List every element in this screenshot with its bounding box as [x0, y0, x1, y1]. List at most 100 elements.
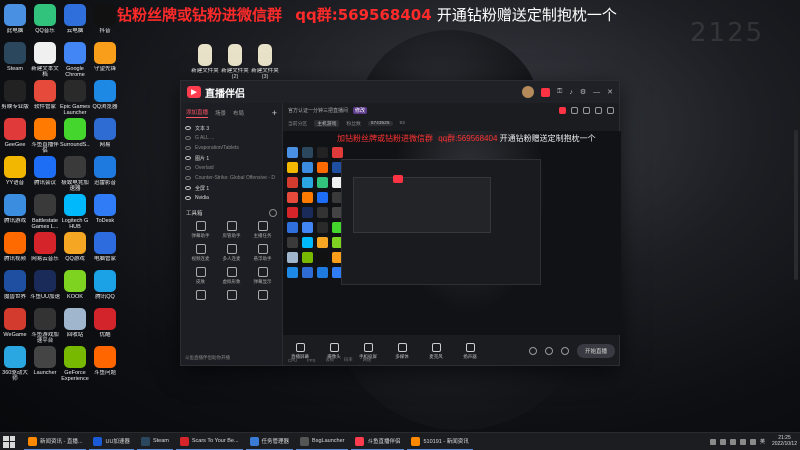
scene-source-item[interactable]: Evaporation/Tablets	[185, 143, 278, 153]
tab-scene[interactable]: 场景	[215, 109, 226, 117]
desktop-icon[interactable]: 360驱动大师	[0, 346, 30, 383]
screenshot-icon[interactable]	[595, 106, 602, 114]
mail-icon[interactable]	[583, 106, 590, 114]
folder-shortcut[interactable]: 新建文件夹	[190, 44, 220, 74]
desktop-icon[interactable]: QQ音乐	[30, 4, 60, 34]
taskbar-app[interactable]: 任务管理器	[245, 434, 294, 450]
desktop-icon[interactable]: YY语音	[0, 156, 30, 186]
record-icon[interactable]	[559, 106, 566, 114]
user-avatar[interactable]	[522, 86, 535, 98]
tool-item[interactable]: 主播任务	[247, 221, 278, 239]
folder-shortcut[interactable]: 新建文件夹(2)	[220, 44, 250, 81]
desktop-icon[interactable]: 魔兽世界	[0, 270, 30, 300]
desktop-icon[interactable]: 斗鱼直播伴侣	[30, 118, 60, 155]
visibility-eye-icon[interactable]	[185, 176, 191, 180]
tray-app-icon[interactable]	[729, 438, 736, 445]
visibility-eye-icon[interactable]	[185, 136, 191, 140]
tool-item[interactable]: 弹幕显示	[247, 267, 278, 285]
desktop-icon[interactable]: 腾讯视频	[0, 232, 30, 262]
stream-preview[interactable]: 加钻粉丝牌或钻粉进微信群 qq群:569568404 开通钻粉赠送定制抱枕一个	[283, 131, 621, 335]
clock[interactable]: 21:25 2022/10/12	[772, 435, 797, 447]
desktop-icon[interactable]: 此电脑	[0, 4, 30, 34]
desktop-icon[interactable]: 迅雷影音	[90, 156, 120, 186]
lock-icon[interactable]: ⚿	[557, 88, 562, 96]
minimize-icon[interactable]: —	[593, 89, 600, 96]
tool-item[interactable]	[216, 290, 247, 302]
tool-item[interactable]: 弹幕助手	[185, 221, 216, 239]
tab-layout[interactable]: 布局	[233, 109, 244, 117]
desktop-icon[interactable]: 软件管家	[30, 80, 60, 110]
visibility-eye-icon[interactable]	[185, 156, 191, 160]
desktop-scrollbar[interactable]	[794, 130, 798, 280]
tool-item[interactable]	[247, 290, 278, 302]
desktop-icon[interactable]: Steam	[0, 42, 30, 72]
visibility-eye-icon[interactable]	[185, 126, 191, 130]
desktop-icon[interactable]: 抖音	[90, 4, 120, 34]
start-button[interactable]	[3, 435, 15, 448]
add-source-icon[interactable]: +	[272, 108, 277, 118]
visibility-eye-icon[interactable]	[185, 196, 191, 200]
desktop-icon[interactable]: 优酷	[90, 308, 120, 338]
desktop-icon[interactable]: 回收站	[60, 308, 90, 338]
desktop-icon[interactable]: QQ游戏	[60, 232, 90, 262]
desktop-icon[interactable]: 腾讯游戏	[0, 194, 30, 224]
tool-item[interactable]: 虚拟形象	[216, 267, 247, 285]
tray-app-icon[interactable]	[709, 438, 716, 445]
desktop-icon[interactable]: QQ浏览器	[90, 80, 120, 110]
taskbar-app[interactable]: 新闻资讯 - 直播...	[24, 434, 87, 450]
folder-shortcut[interactable]: 新建文件夹(3)	[250, 44, 280, 81]
desktop-icon[interactable]: ToDesk	[90, 194, 120, 224]
settings-icon[interactable]: ⚙	[580, 88, 586, 96]
visibility-eye-icon[interactable]	[185, 166, 191, 170]
desktop-icon[interactable]: GeForce Experience	[60, 346, 90, 383]
desktop-icon[interactable]: 网易	[90, 118, 120, 148]
desktop-icon[interactable]: KOOK	[60, 270, 90, 300]
taskbar-app[interactable]: BsgLauncher	[296, 434, 349, 450]
tab-add-live[interactable]: 添加直播	[186, 108, 209, 118]
desktop-icon[interactable]: Launcher	[30, 346, 60, 376]
desktop-icon[interactable]: GeeGee	[0, 118, 30, 148]
tray-app-icon[interactable]	[719, 438, 726, 445]
tool-item[interactable]: 多人连麦	[216, 244, 247, 262]
desktop-icon[interactable]: 剪映专业版	[0, 80, 30, 110]
tool-item[interactable]: 房管助手	[216, 221, 247, 239]
gift-icon[interactable]	[541, 87, 551, 97]
bell-icon[interactable]: ♪	[569, 89, 573, 96]
scene-source-item[interactable]: Counter-Strike: Global Offensive - Direc…	[185, 173, 278, 183]
scene-source-item[interactable]: 图片 1	[185, 153, 278, 163]
eye-icon[interactable]	[544, 347, 553, 355]
desktop-icon[interactable]: Google Chrome	[60, 42, 90, 79]
desktop-icon[interactable]: 守望先锋	[90, 42, 120, 72]
taskbar-app[interactable]: UU加速器	[89, 434, 134, 450]
volume-icon[interactable]	[749, 438, 756, 445]
close-icon[interactable]: ✕	[607, 88, 613, 96]
taskbar-app[interactable]: 510191 - 新闻资讯	[407, 434, 473, 450]
share-icon[interactable]	[571, 106, 578, 114]
taskbar-app[interactable]: Scars To Your Be...	[175, 434, 243, 450]
desktop-icon[interactable]: Logitech G HUB	[60, 194, 90, 231]
desktop-icon[interactable]: 斗鱼游戏加速平台	[30, 308, 60, 345]
streaming-app-window[interactable]: ▶ 直播伴侣 ⚿ ♪ ⚙ — ✕ 添加直播 场景 布局 + 文本 3 G ALL …	[180, 80, 621, 366]
app-titlebar[interactable]: ▶ 直播伴侣 ⚿ ♪ ⚙ — ✕	[181, 81, 619, 103]
desktop-icon[interactable]: WeGame	[0, 308, 30, 338]
taskbar-app[interactable]: 斗鱼直播伴侣	[351, 434, 405, 450]
input-language[interactable]: 英	[760, 438, 765, 445]
tool-item[interactable]: 视频连麦	[185, 244, 216, 262]
desktop-icon[interactable]: 极致电竞加速器	[60, 156, 90, 193]
scene-source-item[interactable]: G ALL ...	[185, 133, 278, 143]
desktop-icon[interactable]: 云电脑	[60, 4, 90, 34]
record-button-icon[interactable]	[528, 347, 537, 355]
visibility-eye-icon[interactable]	[185, 146, 191, 150]
desktop-icon[interactable]: Epic Games Launcher	[60, 80, 90, 117]
tool-item[interactable]: 皮肤	[185, 267, 216, 285]
desktop-icon[interactable]: SurroundS...	[60, 118, 90, 148]
tool-item[interactable]	[185, 290, 216, 302]
desktop-icon[interactable]: 斗鱼问题	[90, 346, 120, 376]
desktop-icon[interactable]: 电脑管家	[90, 232, 120, 262]
settings-gear-icon[interactable]	[560, 347, 569, 355]
desktop-icon[interactable]: Battlestate Games L...	[30, 194, 60, 231]
desktop-icon[interactable]: 腾讯QQ	[90, 270, 120, 300]
desktop-icon[interactable]: 腾讯会议	[30, 156, 60, 186]
scene-source-item[interactable]: 全屏 1	[185, 183, 278, 193]
layout-icon[interactable]	[607, 106, 614, 114]
